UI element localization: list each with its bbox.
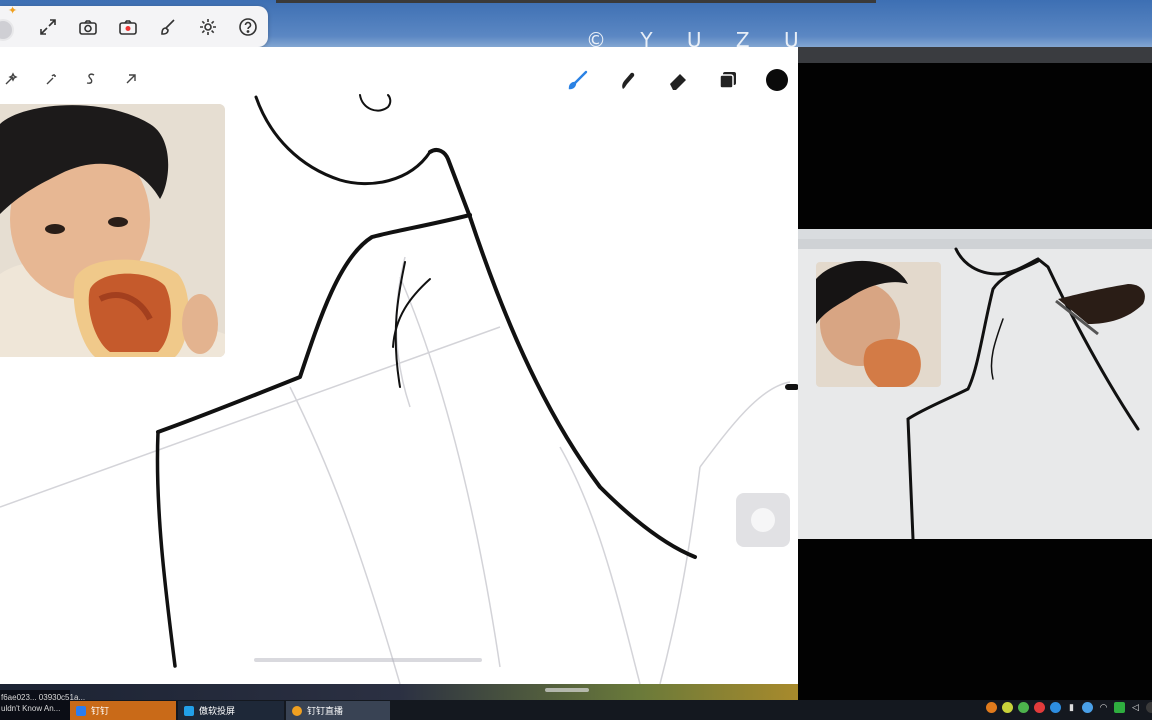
smudge-icon[interactable] <box>614 66 642 94</box>
screencast-icon <box>184 705 194 716</box>
taskbar-button-label: 钉钉直播 <box>307 706 344 716</box>
transform-arrow-icon[interactable] <box>120 68 142 90</box>
gear-icon[interactable] <box>194 13 222 41</box>
selection-s-icon[interactable] <box>80 68 102 90</box>
volume-icon[interactable]: ◁ <box>1130 702 1141 713</box>
left-tool-group <box>0 68 142 90</box>
magic-wand-icon[interactable] <box>40 68 62 90</box>
usb-icon[interactable]: ▮ <box>1066 702 1077 713</box>
tray-app-icon[interactable] <box>1034 702 1045 713</box>
dingtalk-icon <box>76 705 86 716</box>
brush-settings-icon[interactable] <box>154 13 182 41</box>
procreate-toolbar <box>0 64 798 96</box>
help-icon[interactable] <box>234 13 262 41</box>
tray-app-icon[interactable] <box>1082 702 1093 713</box>
adjust-wand-icon[interactable] <box>0 68 22 90</box>
brush-size-slider[interactable] <box>254 658 482 662</box>
tray-app-icon[interactable] <box>1146 702 1152 713</box>
tray-app-icon[interactable] <box>1002 702 1013 713</box>
fullscreen-icon[interactable] <box>34 13 62 41</box>
right-tool-group <box>564 66 788 94</box>
tray-app-icon[interactable] <box>1018 702 1029 713</box>
procreate-window <box>0 47 798 684</box>
taskbar-button-dingtalk[interactable]: 钉钉 <box>70 701 176 720</box>
camera-feed <box>798 229 1152 539</box>
reference-image[interactable] <box>0 104 225 357</box>
record-icon[interactable] <box>114 13 142 41</box>
taskbar-button-live[interactable]: 钉钉直播 <box>286 701 390 720</box>
avatar[interactable] <box>0 19 14 41</box>
system-tray: ▮ ◠ ◁ ✎ <box>986 702 1152 713</box>
eraser-icon[interactable] <box>664 66 692 94</box>
sparkle-icon: ✦ <box>8 5 18 17</box>
capture-toolbar: ✦ <box>0 5 268 47</box>
window-top-edge <box>276 0 876 3</box>
color-picker-button[interactable] <box>766 69 788 91</box>
brush-icon[interactable] <box>564 66 592 94</box>
camera-icon[interactable] <box>74 13 102 41</box>
camera-preview <box>798 47 1152 700</box>
media-info-panel: f6ae023... 03930c51a... uldn't Know An..… <box>0 690 86 720</box>
media-info-line1: f6ae023... 03930c51a... <box>1 693 86 702</box>
layers-icon[interactable] <box>714 66 742 94</box>
media-info-line2: uldn't Know An... <box>1 704 61 713</box>
modify-button[interactable] <box>736 493 790 547</box>
live-icon <box>292 705 302 716</box>
desktop-strip <box>0 684 798 700</box>
taskbar-button-label: 钉钉 <box>91 706 110 716</box>
wifi-icon[interactable]: ◠ <box>1098 702 1109 713</box>
taskbar-button-screencast[interactable]: 傲软投屏 <box>178 701 284 720</box>
tray-app-icon[interactable] <box>986 702 997 713</box>
nvidia-icon[interactable] <box>1114 702 1125 713</box>
camera-titlebar <box>798 47 1152 63</box>
home-indicator <box>545 688 589 692</box>
taskbar-button-label: 傲软投屏 <box>199 706 236 716</box>
tray-app-icon[interactable] <box>1050 702 1061 713</box>
